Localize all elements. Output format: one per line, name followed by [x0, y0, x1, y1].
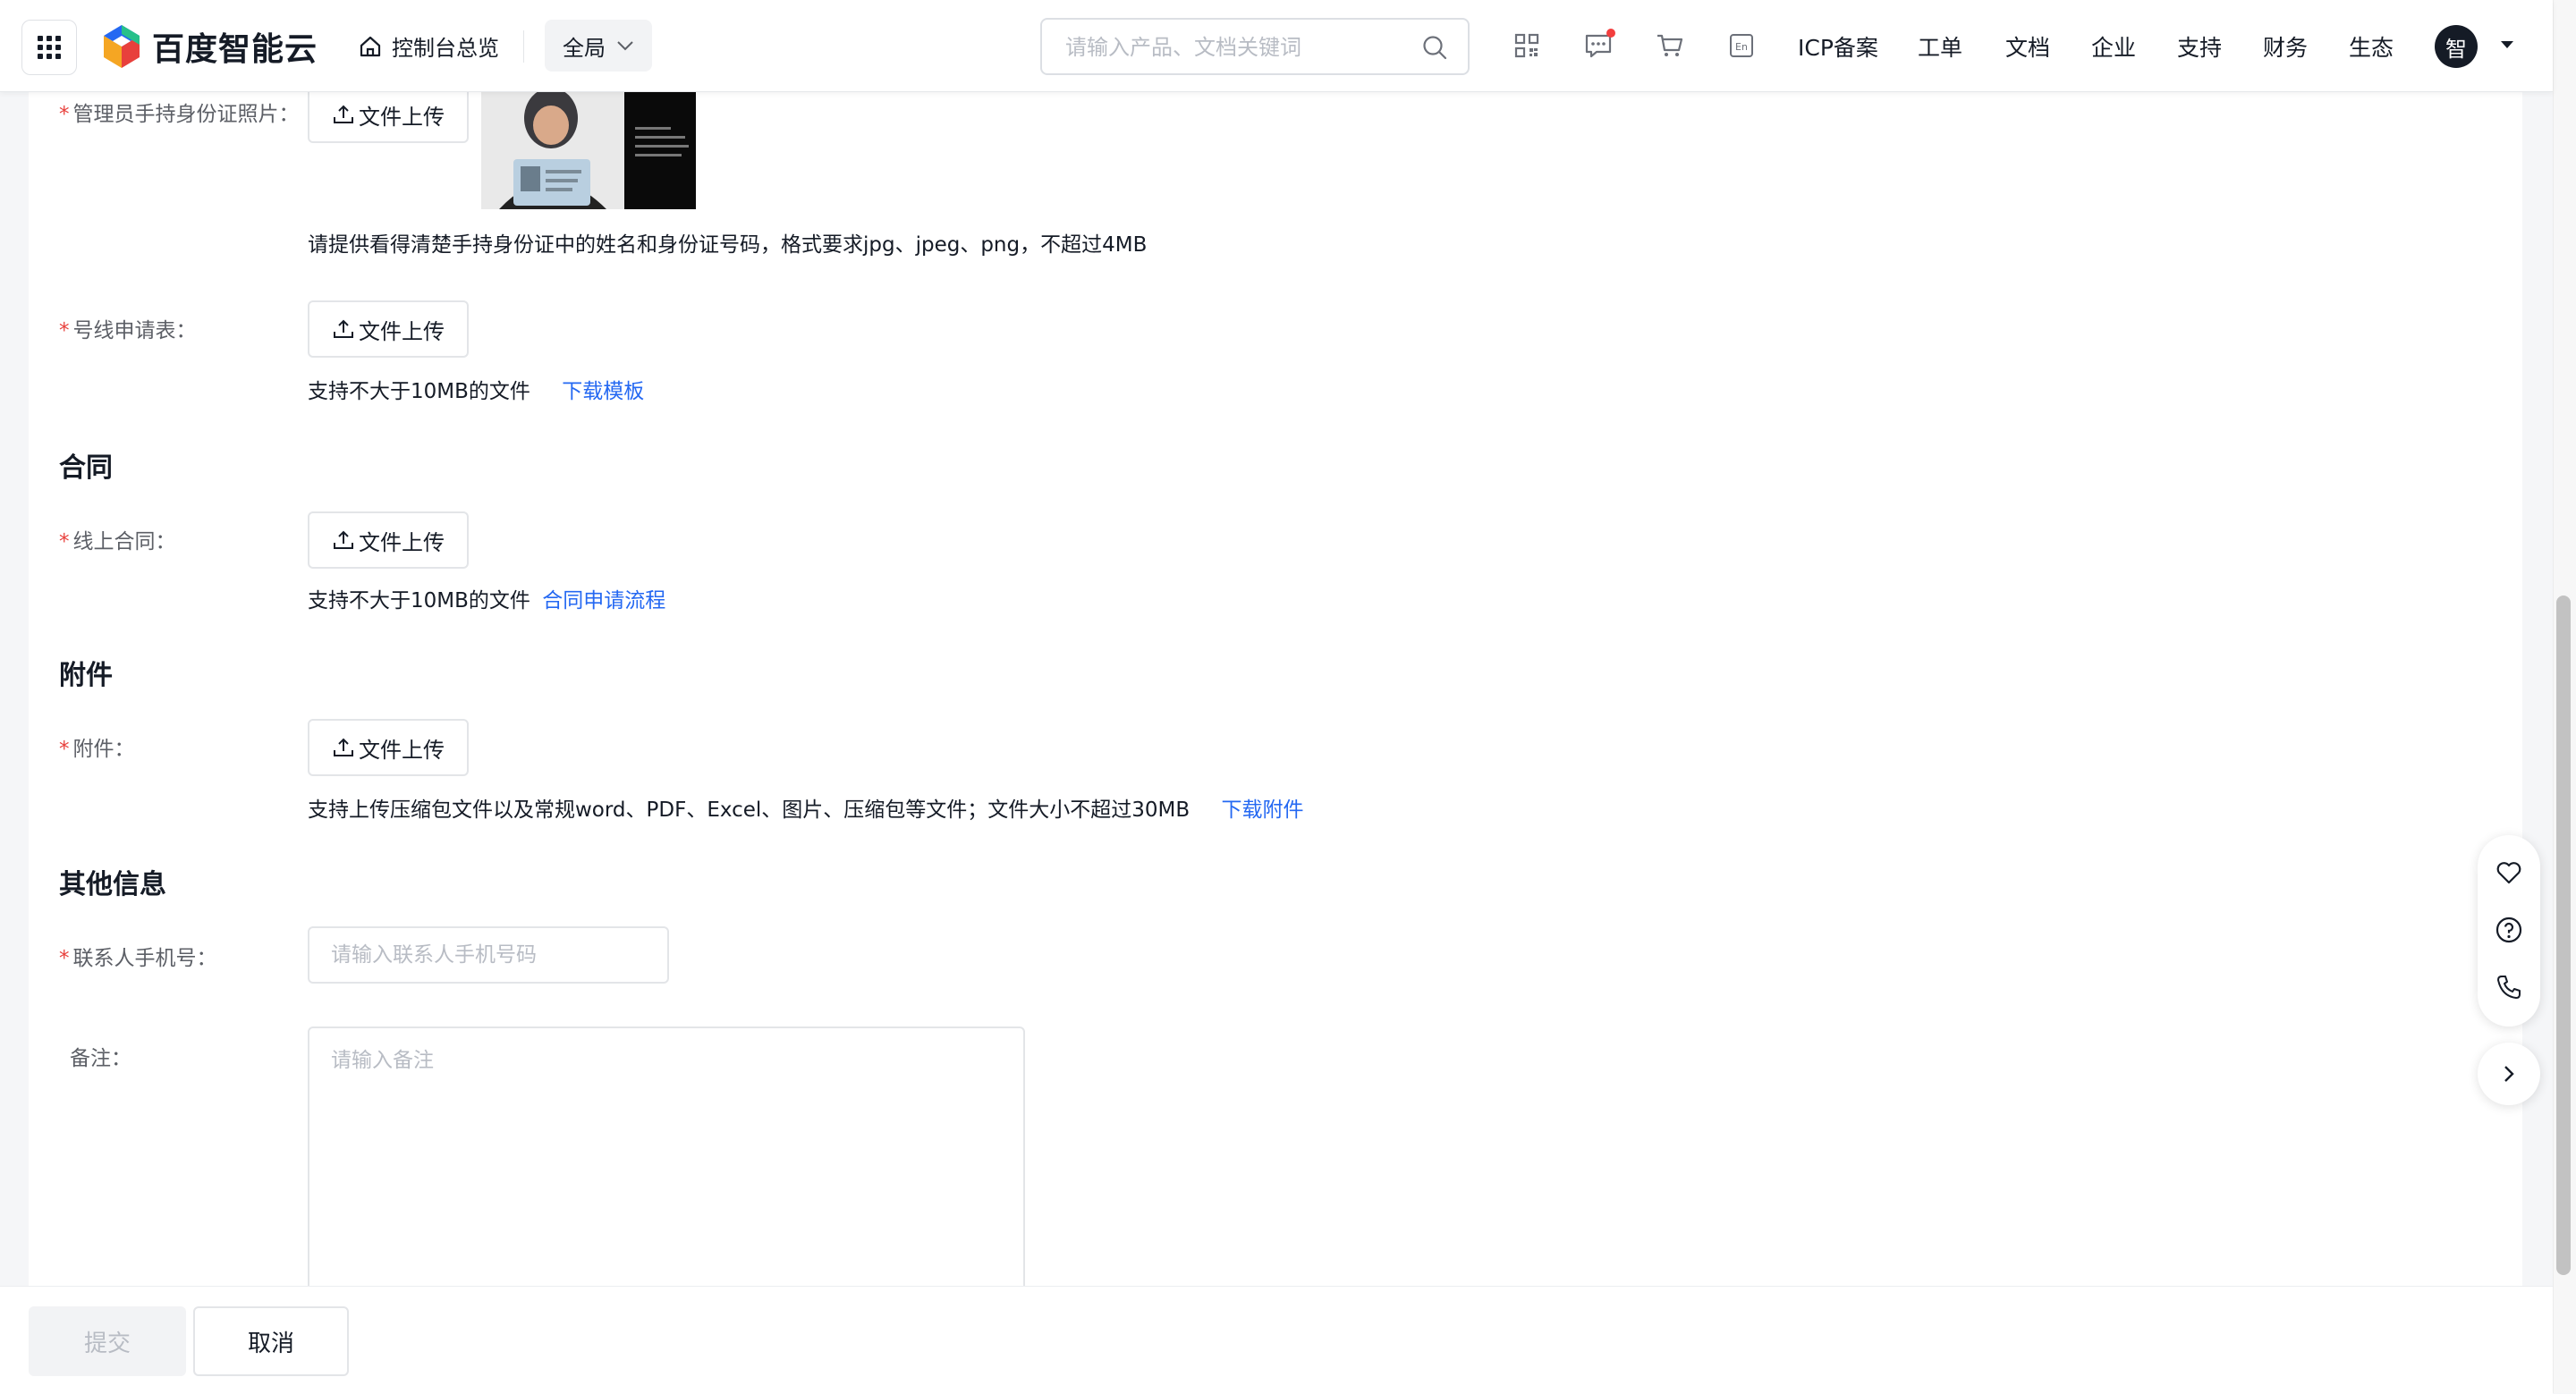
home-icon [360, 36, 381, 56]
logo-text: 百度智能云 [152, 31, 318, 68]
download-template-link[interactable]: 下载模板 [562, 380, 644, 403]
phone-label: * 联系人手机号： [59, 947, 217, 970]
remark-textarea[interactable] [308, 1026, 1025, 1286]
messages-button[interactable] [1583, 29, 1615, 61]
expand-toolbar-button[interactable] [2478, 1043, 2540, 1105]
console-overview-link[interactable]: 控制台总览 [358, 30, 499, 62]
contract-section-title: 合同 [59, 452, 113, 484]
favorite-icon[interactable] [2495, 858, 2523, 887]
attachment-label: * 附件： [59, 738, 135, 761]
search-icon[interactable] [1421, 34, 1448, 61]
nav-enterprise[interactable]: 企业 [2091, 30, 2136, 63]
attachment-section-title: 附件 [59, 660, 113, 691]
attachment-hint: 支持上传压缩包文件以及常规word、PDF、Excel、图片、压缩包等文件；文件… [308, 798, 1304, 822]
nav-ticket[interactable]: 工单 [1918, 30, 1962, 63]
cart-button[interactable] [1655, 30, 1685, 61]
upload-icon [334, 319, 353, 338]
console-overview-label: 控制台总览 [392, 36, 499, 61]
id-photo-preview [481, 91, 696, 209]
nav-ecosystem[interactable]: 生态 [2349, 30, 2394, 63]
notification-dot [1606, 29, 1615, 38]
other-info-section-title: 其他信息 [59, 869, 166, 900]
help-icon[interactable] [2495, 916, 2523, 944]
required-marker: * [59, 738, 70, 761]
upload-icon [334, 105, 353, 123]
contract-label: * 线上合同： [59, 530, 176, 553]
required-marker: * [59, 319, 70, 342]
required-marker: * [59, 947, 70, 970]
nav-finance[interactable]: 财务 [2263, 30, 2308, 63]
logo-cube-icon [104, 25, 140, 68]
line-form-label: * 号线申请表： [59, 319, 197, 342]
qrcode-button[interactable] [1512, 30, 1542, 61]
chevron-right-icon [2504, 1066, 2514, 1082]
phone-icon[interactable] [2495, 973, 2523, 1001]
remark-label: 备注： [70, 1047, 131, 1070]
required-marker: * [59, 530, 70, 553]
contract-process-link[interactable]: 合同申请流程 [542, 589, 665, 613]
language-icon-text: En [1735, 41, 1748, 53]
form-content: * 管理员手持身份证照片： 文件上传 请提供看得清楚手持身份证中的姓名和身份证号码… [29, 91, 2522, 1286]
apps-menu-button[interactable] [21, 20, 77, 75]
nav-support[interactable]: 支持 [2177, 30, 2222, 63]
contract-hint: 支持不大于10MB的文件 合同申请流程 [308, 589, 666, 613]
line-form-hint: 支持不大于10MB的文件 下载模板 [308, 380, 645, 403]
nav-docs[interactable]: 文档 [2005, 30, 2050, 63]
attachment-upload-button[interactable]: 文件上传 [308, 719, 469, 776]
download-attachment-link[interactable]: 下载附件 [1221, 798, 1303, 822]
nav-icp[interactable]: ICP备案 [1798, 30, 1878, 63]
admin-photo-thumbnail[interactable] [481, 91, 696, 209]
language-button[interactable]: En [1726, 30, 1757, 61]
upload-icon [334, 738, 353, 756]
line-form-upload-button[interactable]: 文件上传 [308, 300, 469, 358]
cart-icon [1657, 34, 1683, 56]
contact-phone-input[interactable] [308, 926, 669, 984]
search-input[interactable] [1063, 20, 1425, 75]
region-label: 全局 [563, 35, 606, 61]
contract-upload-button[interactable]: 文件上传 [308, 511, 469, 569]
caret-down-icon[interactable] [2499, 39, 2515, 50]
header-divider [523, 30, 524, 63]
global-search [1040, 18, 1470, 75]
required-marker: * [59, 103, 70, 126]
scrollbar-thumb[interactable] [2556, 596, 2571, 1275]
user-avatar[interactable]: 智 [2435, 25, 2478, 68]
grid-icon [38, 36, 61, 59]
baidu-cloud-logo[interactable]: 百度智能云 [100, 23, 318, 70]
qrcode-icon [1514, 33, 1539, 58]
floating-toolbar [2478, 835, 2540, 1026]
admin-photo-upload-button[interactable]: 文件上传 [308, 91, 469, 143]
cancel-button[interactable]: 取消 [193, 1306, 349, 1376]
form-footer: 提交 取消 [0, 1286, 2553, 1394]
language-icon: En [1730, 34, 1753, 57]
chevron-down-icon [617, 41, 633, 51]
upload-icon [334, 530, 353, 549]
submit-button[interactable]: 提交 [29, 1306, 186, 1376]
top-navigation-bar: 百度智能云 控制台总览 全局 请输入产品、文档关键词 En ICP备案 工单 文… [0, 0, 2553, 92]
region-selector[interactable]: 全局 [545, 20, 652, 72]
admin-photo-hint: 请提供看得清楚手持身份证中的姓名和身份证号码，格式要求jpg、jpeg、png，… [308, 233, 1148, 257]
admin-photo-label: * 管理员手持身份证照片： [59, 103, 300, 126]
